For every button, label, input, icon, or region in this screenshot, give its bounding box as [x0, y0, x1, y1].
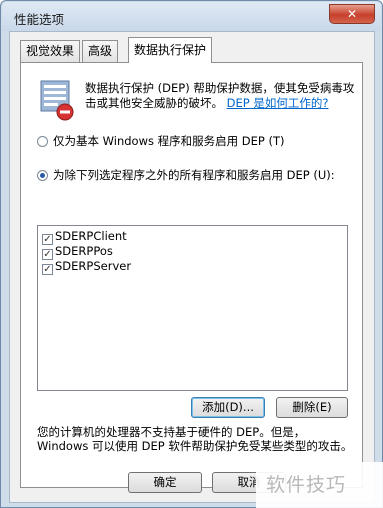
tab-advanced[interactable]: 高级: [82, 40, 119, 62]
watermark-text: 软件技巧: [266, 474, 347, 496]
checkbox-sderpserver[interactable]: ✓: [42, 264, 53, 275]
title-bar[interactable]: 性能选项 ✕: [2, 2, 381, 31]
list-item[interactable]: ✓ SDERPClient: [42, 229, 127, 245]
add-button[interactable]: 添加(D)...: [191, 397, 265, 418]
dialog-body: 视觉效果 高级 数据执行保护 数据执行保护 (DEP) 帮助保护数据，使其免受病…: [9, 31, 375, 503]
list-item[interactable]: ✓ SDERPPos: [42, 244, 113, 260]
radio-all-except-button[interactable]: [37, 170, 48, 181]
dep-hardware-note: 您的计算机的处理器不支持基于硬件的 DEP。但是，Windows 可以使用 DE…: [37, 425, 353, 453]
tab-visual-effects[interactable]: 视觉效果: [20, 40, 81, 62]
close-button[interactable]: ✕: [329, 4, 375, 24]
radio-essential-label: 仅为基本 Windows 程序和服务启用 DEP (T): [53, 134, 285, 148]
program-name: SDERPClient: [55, 229, 127, 243]
remove-button[interactable]: 删除(E): [276, 397, 348, 418]
dep-description: 数据执行保护 (DEP) 帮助保护数据，使其免受病毒攻击或其他安全威胁的破坏。 …: [85, 81, 357, 111]
dep-help-link[interactable]: DEP 是如何工作的?: [227, 96, 329, 110]
dep-shield-icon: [40, 80, 74, 121]
list-item[interactable]: ✓ SDERPServer: [42, 259, 131, 275]
radio-essential-button[interactable]: [37, 136, 48, 147]
performance-options-window: 性能选项 ✕ 视觉效果 高级 数据执行保护 数据执行保护 (DEP) 帮助保护数…: [0, 0, 383, 508]
tab-dep[interactable]: 数据执行保护: [128, 37, 213, 63]
program-list[interactable]: ✓ SDERPClient ✓ SDERPPos ✓ SDERPServer: [37, 225, 348, 391]
program-name: SDERPPos: [55, 244, 113, 258]
radio-essential-only[interactable]: 仅为基本 Windows 程序和服务启用 DEP (T): [37, 133, 285, 149]
dep-panel: 数据执行保护 (DEP) 帮助保护数据，使其免受病毒攻击或其他安全威胁的破坏。 …: [20, 62, 363, 488]
ok-button[interactable]: 确定: [128, 472, 202, 493]
close-icon: ✕: [346, 7, 358, 21]
radio-all-except-label: 为除下列选定程序之外的所有程序和服务启用 DEP (U):: [53, 168, 335, 182]
radio-all-except[interactable]: 为除下列选定程序之外的所有程序和服务启用 DEP (U):: [37, 167, 335, 183]
program-name: SDERPServer: [55, 259, 132, 273]
window-title: 性能选项: [14, 12, 65, 27]
